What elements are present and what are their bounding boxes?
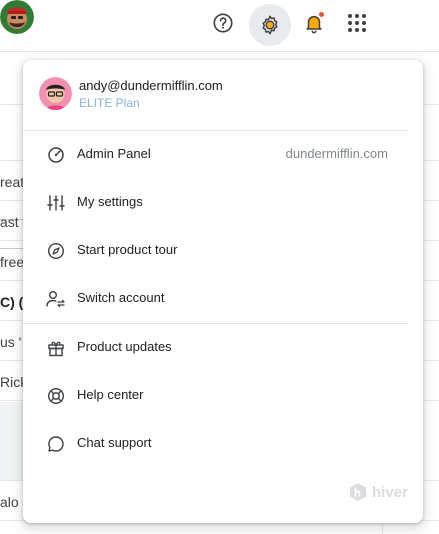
apps-grid-icon xyxy=(348,14,366,32)
menu-item-help-center[interactable]: Help center xyxy=(23,372,423,420)
apps-button[interactable] xyxy=(340,6,374,40)
gear-icon xyxy=(262,15,278,35)
row-fragment: C) ( xyxy=(0,294,24,310)
account-email: andy@dundermifflin.com xyxy=(79,78,223,93)
menu-item-label: Help center xyxy=(77,387,144,402)
switch-user-icon xyxy=(46,289,66,309)
admin-domain: dundermifflin.com xyxy=(285,146,388,161)
settings-menu: andy@dundermifflin.com ELITE Plan Admin … xyxy=(23,60,423,523)
account-avatar xyxy=(39,77,72,110)
hiver-logo-icon xyxy=(350,483,366,501)
menu-item-product-tour[interactable]: Start product tour xyxy=(23,227,423,275)
menu-item-label: Admin Panel xyxy=(77,146,151,161)
menu-item-label: Product updates xyxy=(77,339,172,354)
gift-icon xyxy=(46,338,66,358)
hiver-logo-text: hiver xyxy=(372,483,408,501)
notifications-button[interactable] xyxy=(297,6,331,40)
avatar-image-icon xyxy=(39,77,72,110)
row-fragment: free xyxy=(0,254,24,270)
compass-icon xyxy=(46,241,66,261)
row-fragment: ast y xyxy=(0,214,24,230)
avatar xyxy=(0,0,34,34)
menu-item-label: Switch account xyxy=(77,290,165,305)
background-highlight-row xyxy=(0,402,24,480)
page: reat ast y free C) ( us ' Rick ave alo xyxy=(0,0,439,534)
menu-item-chat-support[interactable]: Chat support xyxy=(23,420,423,468)
menu-item-label: Chat support xyxy=(77,435,152,450)
menu-item-admin-panel[interactable]: Admin Panel dundermifflin.com xyxy=(23,131,423,179)
top-bar xyxy=(0,0,439,52)
row-fragment: Rick xyxy=(0,374,24,390)
menu-item-switch-account[interactable]: Switch account xyxy=(23,275,423,323)
menu-item-my-settings[interactable]: My settings xyxy=(23,179,423,227)
row-fragment: us ' xyxy=(0,334,22,350)
menu-item-label: Start product tour xyxy=(77,242,178,257)
user-avatar-button[interactable] xyxy=(0,0,34,34)
help-button[interactable] xyxy=(206,6,240,40)
account-header: andy@dundermifflin.com ELITE Plan xyxy=(23,60,423,130)
speedometer-icon xyxy=(46,145,66,165)
settings-button[interactable] xyxy=(249,4,291,46)
hiver-logo: hiver xyxy=(348,482,408,502)
menu-item-label: My settings xyxy=(77,194,143,209)
notification-dot xyxy=(318,11,325,18)
help-icon xyxy=(213,13,233,33)
chat-bubble-icon xyxy=(46,434,66,454)
lifebuoy-icon xyxy=(46,386,66,406)
plan-label: ELITE Plan xyxy=(79,96,140,110)
row-fragment: alo xyxy=(0,494,19,510)
row-fragment: reat xyxy=(0,174,24,190)
menu-item-product-updates[interactable]: Product updates xyxy=(23,324,423,372)
sliders-icon xyxy=(46,193,66,213)
